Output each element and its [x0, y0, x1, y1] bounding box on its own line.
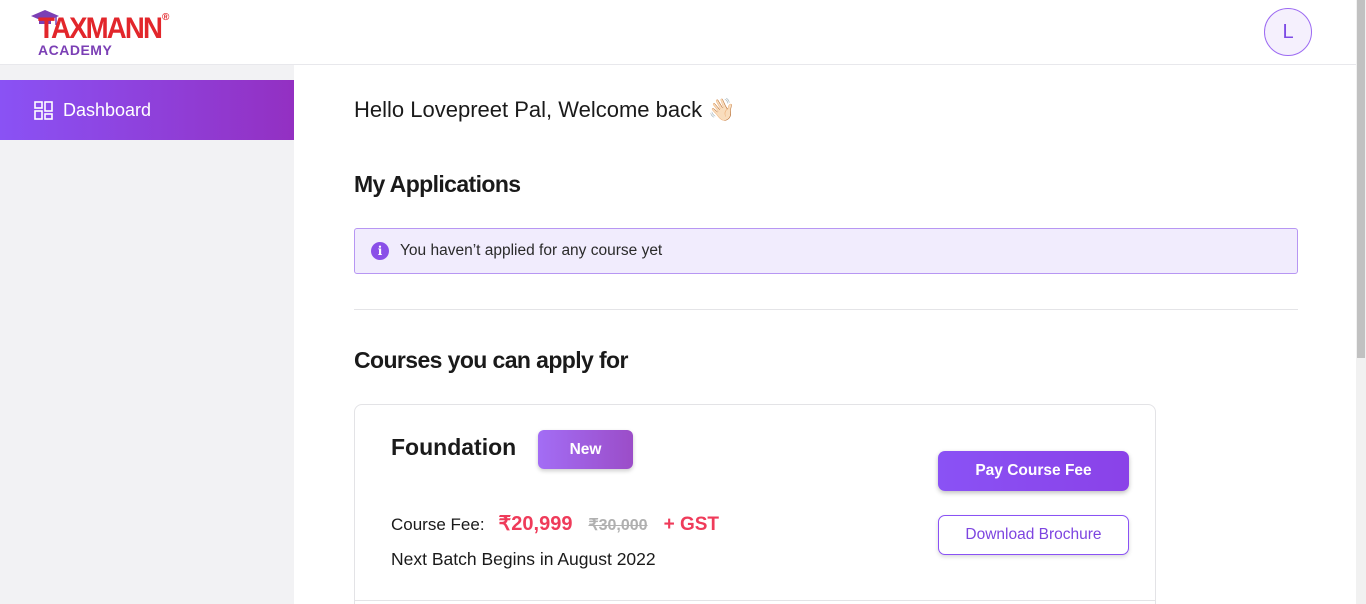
sidebar: Dashboard — [0, 65, 294, 604]
courses-heading: Courses you can apply for — [354, 347, 628, 373]
registered-mark: ® — [162, 12, 170, 23]
fee-old-price: ₹30,000 — [588, 517, 648, 534]
fee-label: Course Fee: — [391, 515, 485, 534]
my-applications-heading: My Applications — [354, 171, 521, 197]
logo-brand-text: TAXMANN — [38, 12, 163, 45]
alert-message: You haven’t applied for any course yet — [400, 242, 663, 259]
card-inner-divider — [355, 600, 1155, 601]
scrollbar-thumb[interactable] — [1357, 0, 1365, 358]
section-divider — [354, 309, 1298, 310]
download-brochure-button[interactable]: Download Brochure — [938, 515, 1129, 555]
welcome-greeting: Hello Lovepreet Pal, Welcome back 👋🏻 — [354, 97, 736, 122]
fee-price: ₹20,999 — [498, 513, 573, 535]
sidebar-item-dashboard[interactable]: Dashboard — [0, 80, 294, 140]
fee-gst: + GST — [663, 514, 720, 535]
taxmann-academy-logo[interactable]: TAXMANN ® ACADEMY — [30, 8, 175, 58]
sidebar-item-label: Dashboard — [63, 99, 152, 120]
user-avatar[interactable]: L — [1264, 8, 1312, 56]
new-badge: New — [538, 430, 633, 469]
no-applications-alert: i You haven’t applied for any course yet — [354, 228, 1298, 274]
dashboard-icon — [34, 100, 53, 120]
course-title: Foundation — [391, 434, 517, 460]
next-batch-text: Next Batch Begins in August 2022 — [391, 549, 656, 569]
info-icon: i — [371, 242, 389, 260]
pay-course-fee-button[interactable]: Pay Course Fee — [938, 451, 1129, 491]
page-scrollbar[interactable] — [1356, 0, 1366, 604]
course-card: Foundation New Course Fee: ₹20,999 ₹30,0… — [354, 404, 1156, 604]
top-header: TAXMANN ® ACADEMY L — [0, 0, 1356, 65]
logo-sub-text: ACADEMY — [38, 42, 113, 58]
course-fee-row: Course Fee: ₹20,999 ₹30,000 + GST — [391, 511, 719, 536]
